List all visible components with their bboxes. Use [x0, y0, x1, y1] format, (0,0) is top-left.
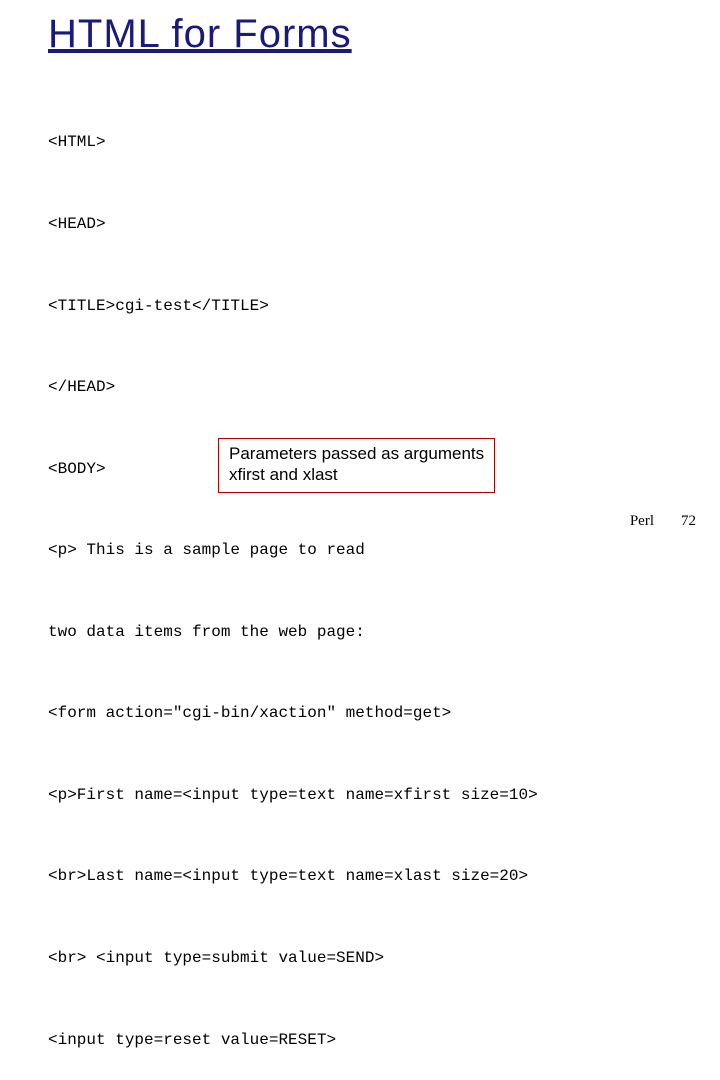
code-line: <HTML>: [48, 129, 672, 156]
code-line: <form action="cgi-bin/xaction" method=ge…: [48, 700, 672, 727]
code-line: </HEAD>: [48, 374, 672, 401]
code-line: <input type=reset value=RESET>: [48, 1027, 672, 1054]
callout-box: Parameters passed as arguments xfirst an…: [218, 438, 495, 493]
code-line: <br>Last name=<input type=text name=xlas…: [48, 863, 672, 890]
code-line: two data items from the web page:: [48, 619, 672, 646]
code-line: <TITLE>cgi-test</TITLE>: [48, 293, 672, 320]
footer-label: Perl: [630, 513, 654, 530]
callout-line: Parameters passed as arguments: [229, 443, 484, 464]
code-line: <p> This is a sample page to read: [48, 537, 672, 564]
callout-line: xfirst and xlast: [229, 464, 484, 485]
code-line: <p>First name=<input type=text name=xfir…: [48, 782, 672, 809]
code-block: <HTML> <HEAD> <TITLE>cgi-test</TITLE> </…: [48, 75, 672, 1080]
slide-title: HTML for Forms: [48, 12, 672, 57]
code-line: <br> <input type=submit value=SEND>: [48, 945, 672, 972]
code-line: <HEAD>: [48, 211, 672, 238]
page-number: 72: [681, 513, 696, 530]
